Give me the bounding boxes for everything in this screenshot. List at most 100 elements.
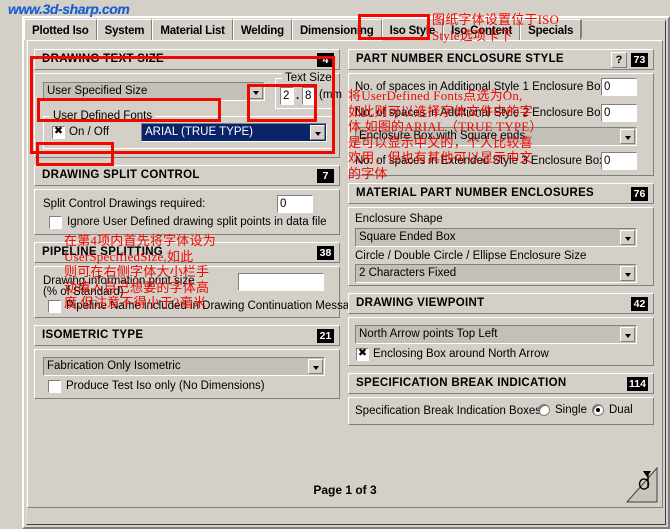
chevron-down-icon[interactable] [620, 266, 635, 281]
additional-style-1-input[interactable]: 0 [601, 78, 637, 96]
user-defined-fonts-legend: User Defined Fonts [50, 110, 156, 122]
spec-break-dual-radio[interactable] [592, 404, 604, 416]
tab-material-list[interactable]: Material List [152, 19, 233, 40]
spec-break-single-label: Single [555, 404, 587, 416]
tab-strip-end [581, 20, 583, 38]
enclosure-style-combo[interactable]: Enclosure Box with Square ends [355, 127, 637, 146]
text-size-mode-combo[interactable]: User Specified Size [43, 82, 265, 101]
page-indicator: Page 1 of 3 [313, 483, 377, 497]
print-size-input[interactable] [238, 273, 324, 291]
panel-drawing-split-control: Split Control Drawings required: 0 Ignor… [34, 189, 340, 235]
spec-break-single-radio[interactable] [538, 404, 550, 416]
text-size-units-label: (mm [319, 89, 342, 101]
tab-label: System [104, 25, 145, 37]
tab-iso-style[interactable]: Iso Style [381, 18, 444, 41]
panel-specification-break-indication: Specification Break Indication Boxes: Si… [348, 397, 654, 425]
test-iso-checkbox[interactable] [48, 380, 61, 393]
tab-welding[interactable]: Welding [232, 19, 292, 40]
site-watermark: www.3d-sharp.com [8, 1, 130, 17]
app-root: www.3d-sharp.com Plotted Iso System Mate… [0, 0, 670, 529]
additional-style-2-label: No. of spaces in Additional Style 2 Encl… [355, 107, 607, 119]
combo-value: North Arrow points Top Left [359, 328, 498, 340]
group-title: DRAWING SPLIT CONTROL [42, 169, 200, 181]
right-column: PART NUMBER ENCLOSURE STYLE ? 73 No. of … [348, 49, 654, 432]
group-header-drawing-text-size: DRAWING TEXT SIZE 4 [34, 49, 340, 70]
text-size-fieldset: Text Size 2 . 8 (mm [275, 72, 342, 109]
help-button[interactable]: ? [611, 52, 627, 68]
resize-grip[interactable] [625, 466, 658, 503]
tab-system[interactable]: System [96, 19, 153, 40]
extended-style-3-label: No. of spaces in Extended Style 3 Enclos… [355, 155, 605, 167]
enclosure-size-combo[interactable]: 2 Characters Fixed [355, 264, 637, 283]
chevron-down-icon[interactable] [310, 125, 325, 140]
tab-label: Iso Style [389, 25, 436, 37]
group-header-drawing-viewpoint: DRAWING VIEWPOINT 42 [348, 293, 654, 314]
text-size-legend: Text Size [282, 72, 335, 84]
group-title: ISOMETRIC TYPE [42, 329, 144, 341]
text-size-whole-input[interactable]: 2 [280, 87, 294, 105]
left-column: DRAWING TEXT SIZE 4 User Specified Size … [34, 49, 362, 406]
chevron-down-icon[interactable] [308, 359, 323, 374]
resize-grip-icon [625, 466, 658, 503]
combo-value: User Specified Size [47, 85, 148, 97]
text-size-frac-input[interactable]: 8 [302, 87, 316, 105]
tab-label: Dimensioning [299, 25, 374, 37]
group-badge: 42 [631, 297, 648, 311]
spec-break-boxes-label: Specification Break Indication Boxes: [355, 405, 545, 417]
enclosure-shape-label: Enclosure Shape [355, 213, 443, 225]
split-control-input[interactable]: 0 [277, 195, 313, 213]
group-header-isometric-type: ISOMETRIC TYPE 21 [34, 325, 340, 346]
extended-style-3-input[interactable]: 0 [601, 152, 637, 170]
font-name-combo[interactable]: ARIAL (TRUE TYPE) [141, 123, 327, 142]
tab-plotted-iso[interactable]: Plotted Iso [24, 19, 97, 40]
user-defined-fonts-label: On / Off [69, 126, 110, 138]
group-title: MATERIAL PART NUMBER ENCLOSURES [356, 187, 595, 199]
enclosing-box-checkbox[interactable] [356, 347, 369, 361]
panel-material-part-number-enclosures: Enclosure Shape Square Ended Box Circle … [348, 207, 654, 286]
combo-value: ARIAL (TRUE TYPE) [145, 126, 253, 138]
combo-value: Square Ended Box [359, 231, 456, 243]
group-badge: 38 [317, 246, 334, 260]
panel-pipeline-splitting: Drawing information print size (% of Sta… [34, 266, 362, 318]
isometric-type-combo[interactable]: Fabrication Only Isometric [43, 357, 325, 376]
group-header-material-part-number-enclosures: MATERIAL PART NUMBER ENCLOSURES 76 [348, 183, 654, 204]
tab-iso-content[interactable]: Iso Content [443, 19, 521, 40]
enclosure-size-label: Circle / Double Circle / Ellipse Enclosu… [355, 250, 587, 262]
tab-label: Welding [240, 25, 284, 37]
enclosure-shape-combo[interactable]: Square Ended Box [355, 228, 637, 247]
tab-specials[interactable]: Specials [520, 19, 582, 40]
settings-page: DRAWING TEXT SIZE 4 User Specified Size … [27, 40, 663, 508]
user-defined-fonts-checkbox[interactable] [52, 125, 65, 139]
north-arrow-combo[interactable]: North Arrow points Top Left [355, 325, 637, 344]
chevron-down-icon[interactable] [620, 327, 635, 342]
chevron-down-icon[interactable] [620, 129, 635, 144]
chevron-down-icon[interactable] [248, 84, 263, 99]
ignore-split-points-checkbox[interactable] [49, 216, 62, 229]
group-title: DRAWING VIEWPOINT [356, 297, 485, 309]
chevron-down-icon[interactable] [620, 230, 635, 245]
tab-bar: Plotted Iso System Material List Welding… [24, 18, 664, 41]
additional-style-2-input[interactable]: 0 [601, 104, 637, 122]
enclosing-box-label: Enclosing Box around North Arrow [373, 348, 549, 360]
group-badge: 21 [317, 329, 334, 343]
group-header-drawing-split-control: DRAWING SPLIT CONTROL 7 [34, 165, 340, 186]
spec-break-dual-label: Dual [609, 404, 633, 416]
group-badge: 73 [631, 53, 648, 67]
group-title: PART NUMBER ENCLOSURE STYLE [356, 53, 564, 65]
group-badge: 7 [317, 169, 334, 183]
combo-value: Fabrication Only Isometric [47, 360, 181, 372]
panel-drawing-viewpoint: North Arrow points Top Left Enclosing Bo… [348, 317, 654, 366]
text-size-separator: . [296, 90, 300, 102]
group-badge: 76 [631, 187, 648, 201]
split-control-label: Split Control Drawings required: [43, 198, 206, 210]
tab-dimensioning[interactable]: Dimensioning [291, 19, 382, 40]
combo-value: 2 Characters Fixed [359, 267, 457, 279]
additional-style-1-label: No. of spaces in Additional Style 1 Encl… [355, 81, 607, 93]
group-header-pipeline-splitting: PIPELINE SPLITTING 38 [34, 242, 340, 263]
group-badge: 114 [627, 377, 648, 391]
group-title: PIPELINE SPLITTING [42, 246, 164, 258]
ignore-split-points-label: Ignore User Defined drawing split points… [67, 216, 327, 228]
user-defined-fonts-fieldset: User Defined Fonts On / Off ARIAL (TRUE … [43, 110, 333, 149]
tab-label: Material List [160, 25, 225, 37]
pipeline-name-checkbox[interactable] [48, 300, 61, 313]
